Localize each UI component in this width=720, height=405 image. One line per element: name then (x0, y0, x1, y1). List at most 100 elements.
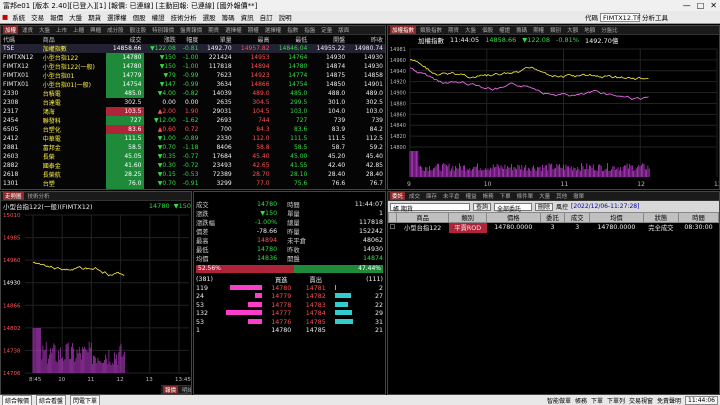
quote-header-3[interactable]: 漲跌 (144, 35, 178, 44)
quote-row[interactable]: FIMTXN12 小型台指122 14780 ▼150 -1.00 221424 14953… (1, 53, 385, 62)
quote-row[interactable]: FIMTX01 小型台指01(一般) 14754 ▼147 -0.99 3634 14866… (1, 80, 385, 89)
tab-tickTabs-0[interactable]: 走勢圖 (3, 192, 24, 200)
tab-idxTabs-3[interactable]: 大盤 (463, 26, 478, 34)
tab-quoteTabs-2[interactable]: 大盤 (37, 26, 52, 34)
tab-quoteTabs-12[interactable]: 期權 (246, 26, 261, 34)
tab-quoteTabs-9[interactable]: 盤賣報價 (178, 26, 204, 34)
quote-header-4[interactable]: 幅度 (178, 35, 201, 44)
tab-idxTabs-2[interactable]: 期貨 (446, 26, 461, 34)
tab-quoteTabs-14[interactable]: 指數 (285, 26, 300, 34)
tab-ordTabs-2[interactable]: 庫存 (424, 192, 439, 200)
quote-header-5[interactable]: 單量 (200, 35, 233, 44)
tab-quoteTabs-0[interactable]: 加權 (3, 26, 19, 34)
tab-ordTabs-8[interactable]: 大量 (537, 192, 552, 200)
footer-tab-1[interactable]: 綜合看盤 (36, 394, 67, 405)
menu-item-5[interactable]: 選擇權 (105, 12, 129, 22)
quote-header-6[interactable]: 最高 (234, 35, 272, 44)
orders-header-6[interactable]: 均價 (589, 212, 644, 223)
tab-ordTabs-0[interactable]: 委託 (390, 192, 406, 200)
close-button[interactable]: ✕ (710, 1, 717, 10)
tab-ordTabs-7[interactable]: 條件單 (515, 192, 536, 200)
quote-row[interactable]: 2412 中華電 111.5 ▼1.00 -0.89 2330 112.0 111.5 111.… (1, 134, 385, 143)
order-book-row[interactable]: 53 14776 14785 31 (194, 318, 385, 327)
orders-header-5[interactable]: 成交 (564, 212, 591, 223)
order-book-row[interactable]: 53 14778 14783 22 (194, 301, 385, 310)
tab-quoteTabs-4[interactable]: 上櫃 (71, 26, 86, 34)
menu-item-13[interactable]: 說明 (277, 12, 294, 22)
tab-quoteTabs-3[interactable]: 上市 (54, 26, 69, 34)
menu-item-12[interactable]: 自訂 (258, 12, 275, 22)
footer-right-1[interactable]: 帳務 (575, 396, 587, 405)
tab-quoteTabs-11[interactable]: 選擇權 (223, 26, 244, 34)
orders-header-2[interactable]: 類別 (448, 212, 488, 223)
quote-row[interactable]: FIMTX12 小型台指122(一般) 14780 ▼150 -1.00 117818 14… (1, 62, 385, 71)
tab-quoteTabs-1[interactable]: 運貨 (20, 26, 35, 34)
orders-header-8[interactable]: 時間 (678, 212, 719, 223)
tab-ordTabs-6[interactable]: 下單 (498, 192, 513, 200)
quote-row[interactable]: 2330 台積電 485.0 ▼4.00 -0.82 14039 489.0 485.0 488… (1, 89, 385, 98)
maximize-button[interactable]: □ (697, 1, 705, 10)
quote-header-1[interactable]: 商品 (41, 35, 106, 44)
tab-quoteTabs-6[interactable]: 成分股 (105, 26, 126, 34)
futures-intraday-chart[interactable]: 15010 14985 14960 14930 14866 14802 14738 14706… (1, 211, 191, 383)
menu-item-3[interactable]: 大盤 (67, 12, 84, 22)
tab-quoteTabs-16[interactable]: 定量 (319, 26, 334, 34)
footer-right-4[interactable]: 交易視窗 (629, 396, 653, 405)
quote-row[interactable]: FIMTX01 小型台指01 14779 ▼79 -0.99 7623 14923 14774… (1, 71, 385, 80)
quote-row[interactable]: 2308 台達電 302.5 0.00 0.00 2635 304.5 299.5 301.0 3… (1, 98, 385, 107)
tab-ordTabs-1[interactable]: 成交 (407, 192, 422, 200)
quote-header-7[interactable]: 最低 (272, 35, 310, 44)
footer-tab-0[interactable]: 綜合報價 (2, 394, 33, 405)
footer-right-0[interactable]: 智能做單 (547, 396, 571, 405)
order-checkbox[interactable]: ☐ (389, 223, 397, 233)
orders-header-4[interactable]: 委託 (539, 212, 566, 223)
analysis-tool-button[interactable]: 分析工具 (642, 12, 668, 22)
tab-idxTabs-4[interactable]: 個股 (480, 26, 495, 34)
tab-ordTabs-10[interactable]: 撤單 (571, 192, 586, 200)
tab-idxTabs-1[interactable]: 類股指數 (418, 26, 444, 34)
quote-row[interactable]: TSE 加權指數 14858.66 ▼122.08 -0.81 1492.70 14957.… (1, 44, 385, 53)
delete-order-button[interactable]: 刪除 (535, 202, 554, 211)
orders-header-7[interactable]: 狀態 (642, 212, 680, 223)
tab-quoteTabs-15[interactable]: 指盤 (302, 26, 317, 34)
tab-quoteTabs-10[interactable]: 期貨 (206, 26, 221, 34)
tab-quoteTabs-7[interactable]: 觀注股 (128, 26, 149, 34)
orders-header-0[interactable] (388, 212, 397, 223)
symbol-input[interactable]: FIMTX12.TF (600, 12, 641, 22)
quote-row[interactable]: 2454 聯發科 727 ▼12.00 -1.62 2693 744 727 739 739 (1, 116, 385, 125)
orders-header-1[interactable]: 商品 (395, 212, 450, 223)
quote-header-2[interactable]: 成交 (106, 35, 144, 44)
account-selector[interactable]: 帳 期貨 (390, 202, 470, 213)
tab-quoteTabs-13[interactable]: 選擇權 (263, 26, 284, 34)
minimize-button[interactable]: — (683, 1, 691, 10)
menu-item-4[interactable]: 期貨 (86, 12, 103, 22)
tab-idxTabs-5[interactable]: 權證 (497, 26, 512, 34)
tab-idxTabs-7[interactable]: 期權 (531, 26, 546, 34)
quote-header-9[interactable]: 昨收 (347, 35, 385, 44)
query-button[interactable]: 查詢 (473, 202, 492, 211)
tab-idxTabs-11[interactable]: 分盤比 (599, 26, 620, 34)
orders-header-3[interactable]: 價格 (486, 212, 541, 223)
quote-row[interactable]: 2603 長榮 45.05 ▼0.35 -0.77 17684 45.40 45.00 45.2… (1, 152, 385, 161)
quote-row[interactable]: 2882 國泰金 41.60 ▼0.30 -0.72 23493 42.65 41.55 42.… (1, 161, 385, 170)
order-filter-select[interactable]: 全部委託 (494, 202, 533, 213)
tab-quoteTabs-8[interactable]: 特別報價 (150, 26, 176, 34)
tab-tickBottomTabs-1[interactable]: 明細 (180, 386, 191, 394)
tab-ordTabs-4[interactable]: 權益 (464, 192, 479, 200)
tab-ordTabs-9[interactable]: 其他 (554, 192, 569, 200)
index-intraday-chart[interactable]: 14981 14960 14940 14920 14900 14880 14860 14840… (388, 45, 719, 189)
menu-item-11[interactable]: 資訊 (239, 12, 256, 22)
tab-idxTabs-6[interactable]: 籌碼 (514, 26, 529, 34)
menu-item-8[interactable]: 技術分析 (169, 12, 199, 22)
quote-row[interactable]: 6505 台塑化 83.6 ▲0.60 0.72 700 84.3 83.6 83.9 84.2 (1, 125, 385, 134)
footer-right-3[interactable]: 下單列 (607, 396, 625, 405)
menu-item-2[interactable]: 報價 (48, 12, 65, 22)
menu-item-1[interactable]: 交易 (29, 12, 46, 22)
menu-item-10[interactable]: 籌碼 (220, 12, 237, 22)
tab-tickBottomTabs-0[interactable]: 報價 (163, 386, 179, 393)
tab-idxTabs-8[interactable]: 類別 (548, 26, 563, 34)
quote-header-8[interactable]: 開盤 (309, 35, 347, 44)
menu-item-9[interactable]: 選股 (201, 12, 218, 22)
tab-quoteTabs-5[interactable]: 興櫃 (88, 26, 103, 34)
tab-ordTabs-5[interactable]: 帳務 (481, 192, 496, 200)
